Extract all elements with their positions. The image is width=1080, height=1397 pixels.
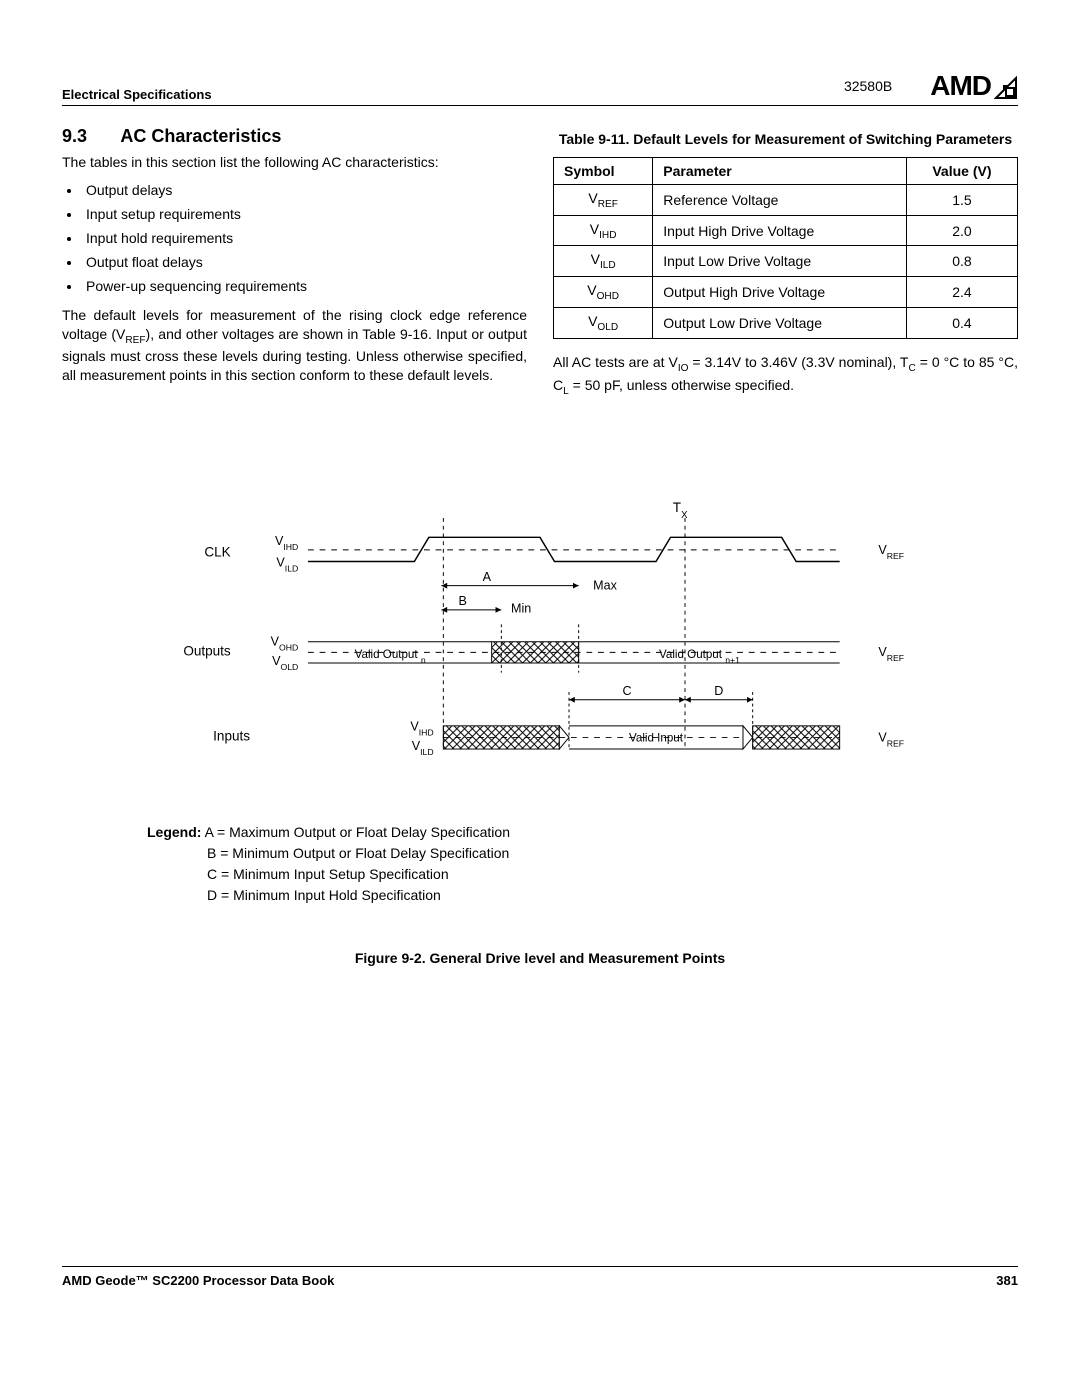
header-section-label: Electrical Specifications <box>62 87 212 102</box>
svg-text:CLK: CLK <box>204 544 230 559</box>
svg-text:Valid Input: Valid Input <box>629 731 684 744</box>
col-parameter: Parameter <box>653 157 907 184</box>
footer-page-number: 381 <box>996 1273 1018 1288</box>
col-value: Value (V) <box>906 157 1017 184</box>
legend-d: D = Minimum Input Hold Specification <box>207 885 1018 906</box>
left-column: 9.3 AC Characteristics The tables in thi… <box>62 126 527 409</box>
svg-text:VILD: VILD <box>276 555 298 573</box>
svg-text:D: D <box>714 684 723 698</box>
amd-logo: AMD <box>930 70 1018 102</box>
svg-text:VIHD: VIHD <box>410 719 433 737</box>
list-item: Output float delays <box>82 254 527 270</box>
right-column: Table 9-11. Default Levels for Measureme… <box>553 126 1018 409</box>
doc-number: 32580B <box>844 78 892 94</box>
list-item: Power-up sequencing requirements <box>82 278 527 294</box>
table-row: VREF Reference Voltage 1.5 <box>554 184 1018 215</box>
header-right: 32580B AMD <box>844 70 1018 102</box>
svg-text:TX: TX <box>673 500 688 521</box>
legend-c: C = Minimum Input Setup Specification <box>207 864 1018 885</box>
parameters-table: Symbol Parameter Value (V) VREF Referenc… <box>553 157 1018 339</box>
figure-caption: Figure 9-2. General Drive level and Meas… <box>62 950 1018 966</box>
svg-text:VOHD: VOHD <box>271 634 299 652</box>
page-footer: AMD Geode™ SC2200 Processor Data Book 38… <box>62 1266 1018 1288</box>
svg-text:VREF: VREF <box>878 542 904 560</box>
timing-diagram: TX CLK VIHD VILD VREF A Max B Min Output… <box>160 489 920 782</box>
svg-text:A: A <box>483 570 492 584</box>
default-levels-paragraph: The default levels for measurement of th… <box>62 306 527 385</box>
characteristics-list: Output delays Input setup requirements I… <box>62 182 527 294</box>
svg-text:VOLD: VOLD <box>272 654 298 672</box>
svg-text:Max: Max <box>593 578 617 592</box>
svg-text:Min: Min <box>511 601 531 615</box>
col-symbol: Symbol <box>554 157 653 184</box>
table-row: VOLD Output Low Drive Voltage 0.4 <box>554 308 1018 339</box>
svg-text:C: C <box>622 684 631 698</box>
list-item: Input setup requirements <box>82 206 527 222</box>
svg-text:Inputs: Inputs <box>213 728 250 743</box>
table-row: VIHD Input High Drive Voltage 2.0 <box>554 215 1018 246</box>
table-row: VILD Input Low Drive Voltage 0.8 <box>554 246 1018 277</box>
timing-diagram-svg: TX CLK VIHD VILD VREF A Max B Min Output… <box>160 489 920 779</box>
figure-block: TX CLK VIHD VILD VREF A Max B Min Output… <box>62 489 1018 966</box>
table-header-row: Symbol Parameter Value (V) <box>554 157 1018 184</box>
legend: Legend: A = Maximum Output or Float Dela… <box>147 822 1018 906</box>
body-columns: 9.3 AC Characteristics The tables in thi… <box>62 126 1018 409</box>
svg-text:Outputs: Outputs <box>183 643 231 658</box>
section-number: 9.3 <box>62 126 116 147</box>
amd-logo-icon <box>994 76 1018 100</box>
section-heading: 9.3 AC Characteristics <box>62 126 527 147</box>
table-row: VOHD Output High Drive Voltage 2.4 <box>554 277 1018 308</box>
svg-text:VILD: VILD <box>412 739 434 757</box>
svg-text:VREF: VREF <box>878 645 904 663</box>
legend-b: B = Minimum Output or Float Delay Specif… <box>207 843 1018 864</box>
list-item: Input hold requirements <box>82 230 527 246</box>
legend-a: A = Maximum Output or Float Delay Specif… <box>205 824 510 840</box>
svg-text:VREF: VREF <box>878 730 904 748</box>
section-title-text: AC Characteristics <box>120 126 281 146</box>
page-header: Electrical Specifications 32580B AMD <box>62 70 1018 106</box>
svg-text:VIHD: VIHD <box>275 534 298 552</box>
svg-text:B: B <box>458 594 466 608</box>
list-item: Output delays <box>82 182 527 198</box>
legend-label: Legend: <box>147 824 201 840</box>
intro-paragraph: The tables in this section list the foll… <box>62 153 527 172</box>
table-footnote: All AC tests are at VIO = 3.14V to 3.46V… <box>553 353 1018 399</box>
table-caption: Table 9-11. Default Levels for Measureme… <box>553 130 1018 149</box>
footer-book-title: AMD Geode™ SC2200 Processor Data Book <box>62 1273 334 1288</box>
